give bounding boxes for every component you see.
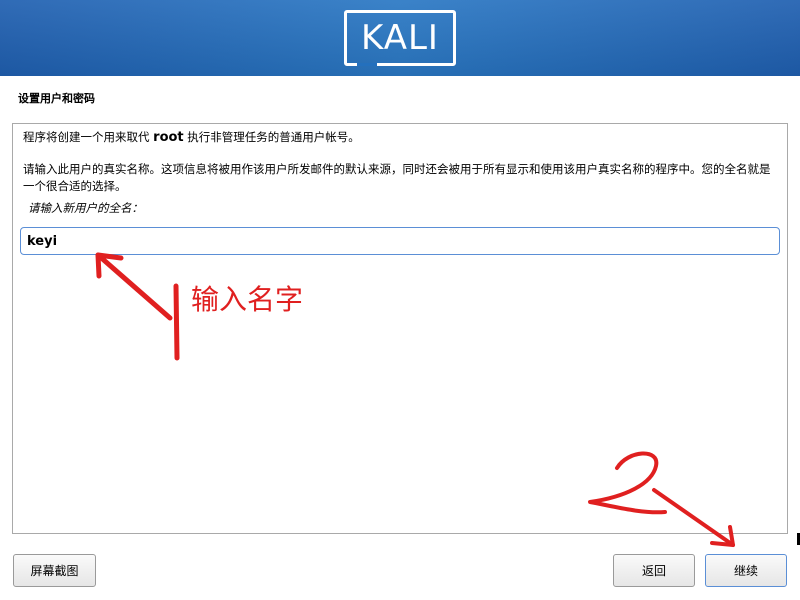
intro-paragraph: 程序将创建一个用来取代 root 执行非管理任务的普通用户帐号。 [23, 129, 775, 146]
logo-notch [357, 63, 377, 66]
intro-text-end: 执行非管理任务的普通用户帐号。 [183, 130, 360, 144]
description-paragraph: 请输入此用户的真实名称。这项信息将被用作该用户所发邮件的默认来源，同时还会被用于… [23, 162, 771, 193]
continue-button[interactable]: 继续 [705, 554, 787, 587]
root-keyword: root [153, 130, 184, 145]
content-panel: 程序将创建一个用来取代 root 执行非管理任务的普通用户帐号。 请输入此用户的… [12, 123, 788, 534]
page-title: 设置用户和密码 [18, 92, 95, 105]
back-button[interactable]: 返回 [613, 554, 695, 587]
kali-logo: KALI [344, 10, 456, 66]
kali-banner: KALI [0, 0, 800, 76]
fullname-input[interactable] [20, 227, 780, 255]
kali-logo-text: KALI [361, 18, 439, 58]
fullname-prompt: 请输入新用户的全名： [28, 201, 143, 215]
annotation-label-enter-name: 输入名字 [191, 283, 304, 316]
screenshot-button[interactable]: 屏幕截图 [13, 554, 96, 587]
intro-text-start: 程序将创建一个用来取代 [23, 130, 154, 144]
